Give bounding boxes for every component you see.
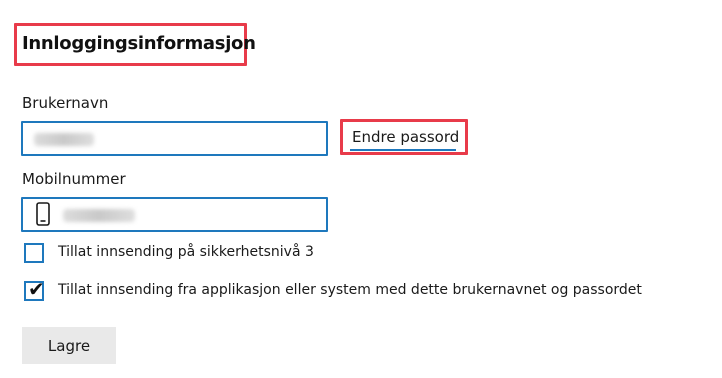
mobile-label: Mobilnummer [22,170,126,188]
mobile-value-redacted [63,209,135,222]
save-button[interactable]: Lagre [22,327,116,364]
mobile-phone-icon [36,202,50,230]
mobile-field[interactable] [21,197,328,232]
security-level-checkbox[interactable] [24,243,44,263]
username-label: Brukernavn [22,94,109,112]
username-value-redacted [34,133,94,146]
app-submission-checkbox[interactable]: ✔ [24,277,45,301]
security-level-label: Tillat innsending på sikkerhetsnivå 3 [58,244,314,260]
app-submission-label: Tillat innsending fra applikasjon eller … [58,282,642,298]
checkmark-icon: ✔ [28,277,45,301]
change-password-link[interactable]: Endre passord [352,128,459,146]
username-field[interactable] [21,121,328,156]
change-password-underline [350,149,456,151]
section-title: Innloggingsinformasjon [22,33,256,54]
